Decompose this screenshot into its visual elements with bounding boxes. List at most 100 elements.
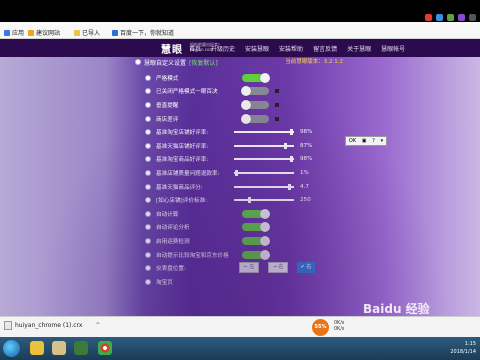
- slider-thumb[interactable]: [288, 183, 291, 190]
- nav-install[interactable]: 安装慧眼: [240, 44, 274, 53]
- position-right-button[interactable]: → 右: [268, 262, 288, 274]
- bullet-icon: [145, 278, 151, 285]
- slider-row: 基准店铺质量问题退款率: 1%: [145, 166, 360, 180]
- slider-thumb[interactable]: [235, 169, 238, 176]
- setting-label: 淘宝页: [156, 279, 173, 286]
- page-icon: [28, 29, 34, 36]
- bookmark-suggested[interactable]: 建议网站: [28, 28, 60, 37]
- slider-row: 基准淘宝商品好评率: 98%: [145, 153, 360, 167]
- setting-label: 已关闭严格模式一眼百决: [156, 89, 218, 96]
- toggle-row: 严格模式: [145, 71, 360, 85]
- monitor-gauge[interactable]: 55%: [312, 319, 329, 336]
- setting-label: 自动计算: [156, 211, 179, 218]
- slider-thumb[interactable]: [290, 156, 293, 163]
- bookmark-apps[interactable]: 应用: [4, 28, 24, 37]
- bullet-icon: [145, 169, 151, 176]
- nav-help[interactable]: 安装帮助: [274, 44, 308, 53]
- toggle-switch[interactable]: [241, 99, 269, 110]
- folder-icon[interactable]: [52, 341, 66, 355]
- extension-icon[interactable]: [447, 14, 454, 21]
- toggle-knob: [260, 208, 270, 219]
- bullet-icon: [145, 115, 151, 122]
- settings-list: 严格模式 已关闭严格模式一眼百决 垂直提醒 商店差评 基准淘宝店铺好评率: 98% 基准天猫…: [145, 71, 360, 289]
- slider-track[interactable]: [234, 156, 294, 163]
- slider-value: 98%: [300, 156, 313, 163]
- menu-icon[interactable]: [469, 14, 476, 21]
- nav-about[interactable]: 关于慧眼: [342, 44, 376, 53]
- bookmark-label: 百度一下，你就知道: [120, 30, 175, 37]
- download-filename: huiyan_chrome (1).crx: [15, 322, 83, 329]
- network-speed: 0K/s 0K/s: [334, 321, 344, 333]
- setting-label: 基准淘宝店铺好评率:: [156, 130, 209, 137]
- toggle-switch[interactable]: [241, 113, 269, 124]
- toggle-row: 自动评论分析: [145, 221, 360, 235]
- toggle-switch[interactable]: [242, 249, 270, 260]
- setting-label: 基准天猫店铺好评率:: [156, 143, 209, 150]
- clock-time[interactable]: 1:15: [450, 340, 476, 348]
- slider-thumb[interactable]: [284, 142, 287, 149]
- folder-icon: [74, 29, 80, 36]
- toggle-switch[interactable]: [242, 222, 270, 233]
- toggle-switch[interactable]: [241, 86, 269, 97]
- setting-label: 垂直提醒: [156, 102, 179, 109]
- toggle-switch[interactable]: [242, 208, 270, 219]
- site-logo[interactable]: 慧眼: [161, 41, 183, 56]
- baidu-icon: [112, 29, 118, 36]
- slider-thumb[interactable]: [248, 197, 251, 204]
- nav-history[interactable]: 升级历史: [206, 44, 240, 53]
- media-icon[interactable]: [74, 341, 88, 355]
- toggle-switch[interactable]: [242, 72, 270, 83]
- extension-icon[interactable]: [425, 14, 432, 21]
- status-icon: [275, 89, 279, 94]
- toggle-knob: [241, 99, 251, 110]
- bookmark-imported[interactable]: 已导入: [74, 28, 100, 37]
- toggle-switch[interactable]: [242, 235, 270, 246]
- bullet-icon: [145, 251, 151, 258]
- file-icon: [4, 321, 12, 330]
- nav-account[interactable]: 慧眼帐号: [376, 44, 410, 53]
- slider-value: 87%: [300, 142, 313, 149]
- extension-icon[interactable]: [436, 14, 443, 21]
- position-left-button[interactable]: ← 左: [239, 262, 259, 274]
- position-confirm-button[interactable]: ✔ 右: [297, 262, 315, 274]
- chevron-up-icon[interactable]: ^: [95, 322, 100, 329]
- toggle-row: 商店差评: [145, 112, 360, 126]
- restore-default-link[interactable]: [恢复默认]: [189, 58, 218, 67]
- slider-track[interactable]: [234, 142, 294, 149]
- slider-track[interactable]: [234, 129, 294, 136]
- version-label: 当前慧眼版本：3.2.1.2: [285, 59, 343, 65]
- toggle-row: 自动计算: [145, 207, 360, 221]
- toggle-knob: [260, 222, 270, 233]
- window-icon[interactable]: ▣: [362, 138, 367, 144]
- ie-icon[interactable]: [30, 341, 44, 355]
- download-item[interactable]: huiyan_chrome (1).crx ^: [4, 321, 100, 330]
- ok-button[interactable]: OK: [349, 138, 356, 144]
- toggle-row: 已关闭严格模式一眼百决: [145, 85, 360, 99]
- toggle-knob: [260, 235, 270, 246]
- nav-home[interactable]: 首页: [184, 44, 206, 53]
- apps-icon: [4, 29, 10, 36]
- bookmark-baidu[interactable]: 百度一下，你就知道: [112, 28, 174, 37]
- extension-icon[interactable]: [458, 14, 465, 21]
- slider-track[interactable]: [234, 183, 294, 190]
- download-speed: 0K/s: [334, 327, 345, 332]
- screen: { "chrome": { "bookmarks": [ {"label": "…: [0, 0, 480, 360]
- bullet-icon: [145, 237, 151, 244]
- slider-value: 4.7: [300, 183, 309, 190]
- bullet-icon: [145, 210, 151, 217]
- status-icon: [275, 102, 279, 107]
- chrome-icon[interactable]: [98, 341, 112, 355]
- slider-thumb[interactable]: [290, 129, 293, 136]
- nav-feedback[interactable]: 留言反馈: [308, 44, 342, 53]
- start-button-icon[interactable]: [3, 340, 20, 357]
- help-icon[interactable]: ?: [372, 138, 375, 144]
- setting-label: 仪表盘位置:: [156, 266, 186, 273]
- position-row: 仪表盘位置: ← 左 → 右 ✔ 右: [145, 261, 360, 275]
- dropdown-icon[interactable]: ▾: [381, 138, 384, 144]
- cut-row: 淘宝页: [145, 275, 360, 289]
- slider-track[interactable]: [234, 169, 294, 176]
- slider-track[interactable]: [234, 197, 294, 204]
- slider-row: [如心店铺]评价标准: 250: [145, 193, 360, 207]
- slider-row: 基准淘宝店铺好评率: 98%: [145, 125, 360, 139]
- clock-date[interactable]: 2018/1/14: [450, 348, 476, 356]
